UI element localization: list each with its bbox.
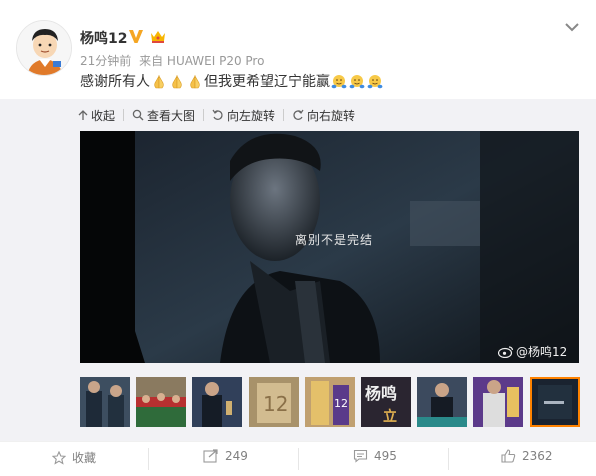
star-icon: [52, 450, 66, 465]
hug-emoji-group: [330, 72, 384, 92]
username[interactable]: 杨鸣12: [80, 28, 127, 48]
thumbnail[interactable]: [192, 377, 243, 427]
svg-text:12: 12: [263, 392, 288, 416]
view-large-button[interactable]: 查看大图: [132, 107, 195, 124]
hug-emoji: [331, 75, 347, 89]
thumbnail[interactable]: 杨鸣立: [360, 377, 411, 427]
comment-button[interactable]: 495: [353, 449, 397, 463]
thumbnail[interactable]: [136, 377, 187, 427]
rotate-right-icon: [293, 109, 304, 120]
thumbnail[interactable]: [417, 377, 468, 427]
toolbar-divider: [123, 109, 125, 121]
vip-crown-icon[interactable]: [149, 28, 167, 44]
comment-icon: [353, 449, 368, 463]
thumbnail-active[interactable]: [529, 377, 580, 427]
rotate-left-button[interactable]: 向左旋转: [212, 107, 275, 124]
hug-emoji: [349, 75, 365, 89]
thumbnail[interactable]: 12: [248, 377, 299, 427]
repost-icon: [203, 449, 218, 463]
praying-hands-emoji: [172, 74, 182, 89]
rotate-left-label: 向左旋转: [227, 108, 276, 123]
chevron-down-icon[interactable]: [563, 20, 581, 34]
toolbar-divider: [203, 109, 205, 121]
repost-button[interactable]: 249: [203, 449, 248, 463]
toolbar-divider: [283, 109, 285, 121]
thumbs-up-icon: [501, 449, 516, 463]
verified-badge-icon: [129, 30, 143, 43]
watermark-text: @杨鸣12: [516, 345, 568, 359]
collapse-button[interactable]: 收起: [78, 107, 115, 124]
hug-emoji: [367, 75, 383, 89]
rotate-right-label: 向右旋转: [307, 108, 356, 123]
praying-emoji-group: [150, 72, 204, 92]
search-icon: [132, 109, 144, 121]
svg-text:杨鸣: 杨鸣: [365, 384, 397, 403]
weibo-logo-icon: [498, 346, 514, 358]
post-meta: 21分钟前 来自 HUAWEI P20 Pro: [80, 52, 268, 69]
avatar[interactable]: [16, 20, 72, 76]
thumbnail-strip: 12 12 杨鸣立: [80, 377, 586, 427]
view-large-label: 查看大图: [147, 108, 196, 123]
post-source[interactable]: 来自 HUAWEI P20 Pro: [139, 54, 264, 68]
repost-count: 249: [225, 449, 248, 463]
main-photo[interactable]: 离别不是完结 @杨鸣12: [80, 131, 579, 363]
svg-text:12: 12: [334, 397, 348, 410]
action-divider: [448, 448, 449, 470]
post-text: 感谢所有人 但我更希望辽宁能赢: [80, 72, 384, 92]
praying-hands-emoji: [154, 74, 164, 89]
rotate-right-button[interactable]: 向右旋转: [292, 107, 355, 124]
photo-caption: 离别不是完结: [295, 233, 374, 247]
weibo-post-card: 杨鸣12 21分钟前 来自 HUAWEI P20 Pro 感谢所有人 但我更希望…: [0, 0, 596, 476]
like-count: 2362: [522, 449, 553, 463]
thumbnail[interactable]: 12: [304, 377, 355, 427]
gallery-toolbar: 收起 查看大图 向左旋转 向右旋转: [78, 106, 355, 124]
svg-text:立: 立: [383, 408, 397, 425]
action-divider: [298, 448, 299, 470]
thumbnail[interactable]: [80, 377, 130, 427]
favorite-button[interactable]: 收藏: [52, 449, 96, 466]
post-text-part-1: 感谢所有人: [80, 74, 150, 90]
comment-count: 495: [374, 449, 397, 463]
photo-watermark: @杨鸣12: [498, 343, 567, 360]
collapse-label: 收起: [91, 108, 116, 123]
post-time[interactable]: 21分钟前: [80, 54, 131, 68]
rotate-left-icon: [212, 109, 223, 120]
praying-hands-emoji: [190, 74, 200, 89]
like-button[interactable]: 2362: [501, 449, 553, 463]
collapse-arrow-icon: [78, 110, 88, 120]
post-text-part-2: 但我更希望辽宁能赢: [204, 74, 330, 90]
action-divider: [148, 448, 149, 470]
thumbnail[interactable]: [473, 377, 524, 427]
favorite-label: 收藏: [72, 451, 97, 465]
